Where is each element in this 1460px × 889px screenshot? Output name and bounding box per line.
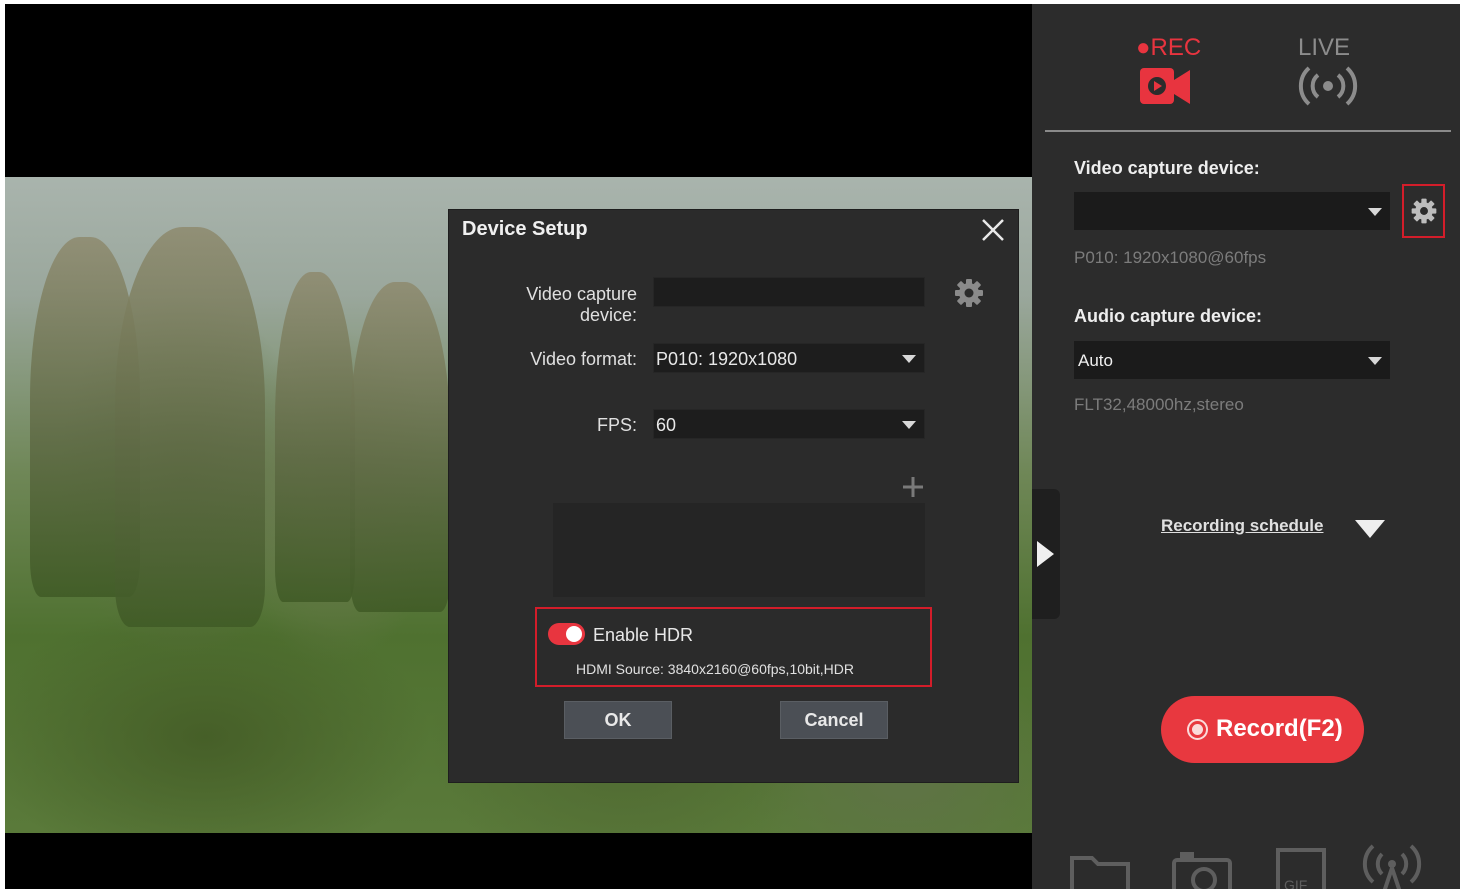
hdr-section: Enable HDR HDMI Source: 3840x2160@60fps,… bbox=[535, 607, 932, 687]
video-format-select[interactable]: P010: 1920x1080 bbox=[653, 343, 925, 373]
gif-icon[interactable]: GIF bbox=[1270, 840, 1334, 889]
chevron-down-icon bbox=[1368, 208, 1382, 216]
preview-rock bbox=[350, 282, 450, 612]
fps-value: 60 bbox=[656, 415, 677, 435]
toggle-knob bbox=[566, 626, 582, 642]
tab-rec-label: ●REC bbox=[1136, 34, 1202, 61]
video-settings-button[interactable] bbox=[1402, 184, 1445, 238]
plus-icon[interactable] bbox=[901, 475, 925, 499]
record-button[interactable]: Record(F2) bbox=[1161, 696, 1364, 763]
tab-rec[interactable]: ●REC bbox=[1132, 32, 1202, 108]
tab-live-label: LIVE bbox=[1298, 34, 1351, 61]
chevron-down-icon bbox=[902, 355, 916, 363]
device-list bbox=[553, 503, 925, 597]
device-setup-dialog: Device Setup Video capture device: Video… bbox=[449, 210, 1018, 782]
recording-schedule-link[interactable]: Recording schedule bbox=[1161, 516, 1323, 536]
record-label: Record(F2) bbox=[1216, 715, 1343, 742]
collapse-panel-button[interactable] bbox=[1032, 489, 1060, 619]
audio-capture-select[interactable]: Auto bbox=[1074, 341, 1390, 379]
gear-icon bbox=[1411, 198, 1437, 224]
control-panel: ●REC LIVE Video capture device: P010: 19… bbox=[1032, 4, 1460, 889]
record-icon bbox=[1187, 719, 1208, 740]
gear-icon[interactable] bbox=[952, 276, 986, 310]
chevron-down-icon bbox=[1368, 357, 1382, 365]
dialog-title: Device Setup bbox=[462, 218, 588, 240]
svg-text:GIF: GIF bbox=[1284, 877, 1307, 889]
video-capture-select[interactable] bbox=[653, 277, 925, 307]
chevron-right-icon bbox=[1037, 541, 1054, 567]
cancel-button[interactable]: Cancel bbox=[780, 701, 888, 739]
tab-live[interactable]: LIVE bbox=[1294, 32, 1364, 108]
camera-icon bbox=[1140, 68, 1190, 104]
camera-snapshot-icon[interactable] bbox=[1170, 840, 1234, 889]
chevron-down-icon bbox=[902, 421, 916, 429]
audio-capture-value: Auto bbox=[1078, 351, 1113, 370]
video-format-label: Video format: bbox=[530, 349, 637, 369]
audio-capture-heading: Audio capture device: bbox=[1074, 306, 1263, 326]
audio-info: FLT32,48000hz,stereo bbox=[1074, 395, 1244, 414]
broadcast-tower-icon[interactable] bbox=[1360, 840, 1424, 889]
chevron-down-icon[interactable] bbox=[1355, 520, 1385, 538]
ok-button[interactable]: OK bbox=[564, 701, 672, 739]
hdr-toggle[interactable] bbox=[548, 623, 585, 645]
video-info: P010: 1920x1080@60fps bbox=[1074, 248, 1267, 267]
video-capture-select[interactable] bbox=[1074, 192, 1390, 230]
video-capture-label: Video capture device: bbox=[526, 284, 637, 325]
tab-divider bbox=[1045, 130, 1451, 132]
preview-rock bbox=[275, 272, 355, 602]
hdr-source-info: HDMI Source: 3840x2160@60fps,10bit,HDR bbox=[576, 661, 855, 677]
preview-rock bbox=[115, 227, 265, 627]
hdr-label: Enable HDR bbox=[593, 625, 694, 645]
folder-icon[interactable] bbox=[1068, 840, 1132, 889]
fps-label: FPS: bbox=[596, 415, 637, 435]
video-capture-heading: Video capture device: bbox=[1074, 158, 1260, 178]
video-format-value: P010: 1920x1080 bbox=[656, 349, 798, 369]
fps-select[interactable]: 60 bbox=[653, 409, 925, 439]
close-icon[interactable] bbox=[977, 214, 1009, 246]
broadcast-icon bbox=[1298, 66, 1358, 106]
